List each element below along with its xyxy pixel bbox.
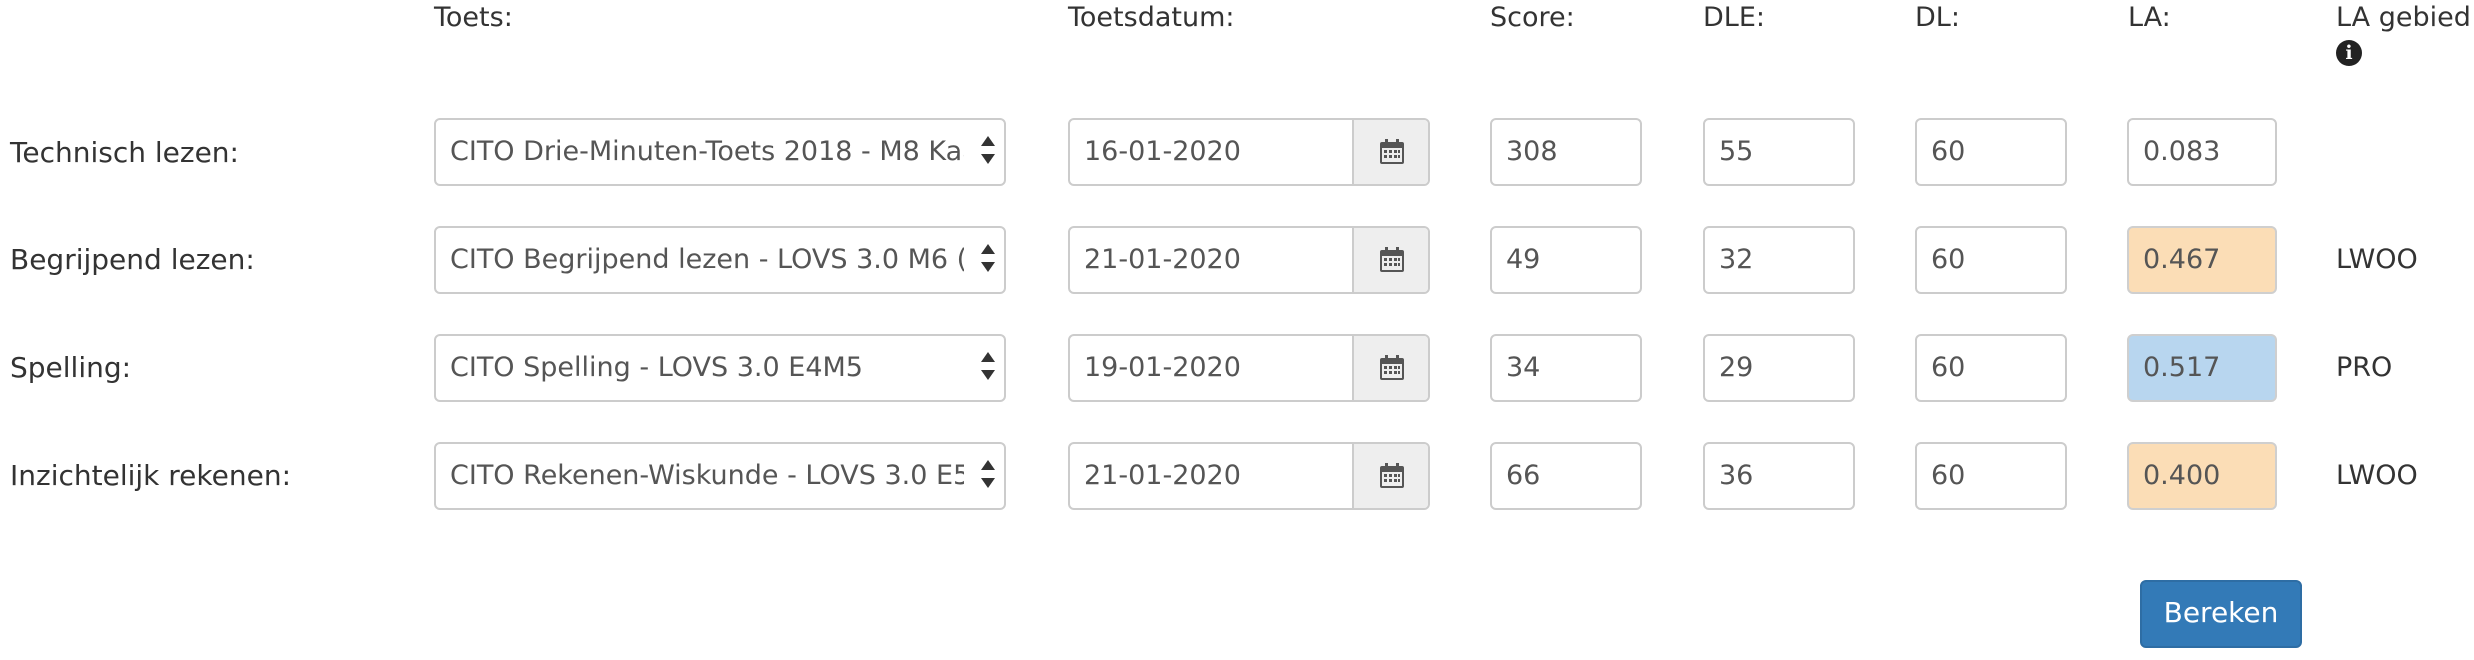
toetsdatum-group: 19-01-2020	[1068, 334, 1430, 402]
calendar-button[interactable]	[1352, 444, 1428, 508]
toets-select-value: CITO Begrijpend lezen - LOVS 3.0 M6 (o.v	[450, 244, 964, 275]
la-gebied-value: LWOO	[2336, 244, 2418, 275]
select-arrows-icon	[980, 350, 996, 386]
header-la-gebied: LA gebied: i	[2336, 0, 2474, 66]
calendar-button[interactable]	[1352, 228, 1428, 292]
la-value: 0.517	[2127, 334, 2277, 402]
dle-input[interactable]: 32	[1703, 226, 1855, 294]
dl-input[interactable]: 60	[1915, 226, 2067, 294]
header-la: LA:	[2128, 2, 2171, 33]
calendar-icon	[1380, 355, 1404, 380]
la-gebied-value: LWOO	[2336, 460, 2418, 491]
dl-input[interactable]: 60	[1915, 118, 2067, 186]
row-label: Spelling:	[10, 351, 132, 384]
la-gebied-value: PRO	[2336, 352, 2393, 383]
dl-input[interactable]: 60	[1915, 442, 2067, 510]
score-input[interactable]: 66	[1490, 442, 1642, 510]
toets-select[interactable]: CITO Drie-Minuten-Toets 2018 - M8 Kaar	[434, 118, 1006, 186]
select-arrows-icon	[980, 242, 996, 278]
header-dle: DLE:	[1703, 2, 1765, 33]
toets-select[interactable]: CITO Spelling - LOVS 3.0 E4M5	[434, 334, 1006, 402]
dle-input[interactable]: 55	[1703, 118, 1855, 186]
toetsdatum-input[interactable]: 19-01-2020	[1070, 336, 1354, 400]
header-la-gebied-label: LA gebied:	[2336, 2, 2474, 33]
select-arrows-icon	[980, 458, 996, 494]
calendar-icon	[1380, 139, 1404, 164]
toetsdatum-input[interactable]: 21-01-2020	[1070, 228, 1354, 292]
toetsdatum-input[interactable]: 21-01-2020	[1070, 444, 1354, 508]
toets-select-value: CITO Spelling - LOVS 3.0 E4M5	[450, 352, 863, 383]
toetsdatum-group: 21-01-2020	[1068, 226, 1430, 294]
header-toets: Toets:	[434, 2, 513, 33]
toets-select[interactable]: CITO Rekenen-Wiskunde - LOVS 3.0 E5	[434, 442, 1006, 510]
la-value: 0.467	[2127, 226, 2277, 294]
la-value: 0.083	[2127, 118, 2277, 186]
dle-input[interactable]: 36	[1703, 442, 1855, 510]
dl-input[interactable]: 60	[1915, 334, 2067, 402]
calendar-button[interactable]	[1352, 120, 1428, 184]
toets-select-value: CITO Rekenen-Wiskunde - LOVS 3.0 E5	[450, 460, 964, 491]
toetsdatum-input[interactable]: 16-01-2020	[1070, 120, 1354, 184]
score-input[interactable]: 49	[1490, 226, 1642, 294]
toets-select[interactable]: CITO Begrijpend lezen - LOVS 3.0 M6 (o.v	[434, 226, 1006, 294]
score-input[interactable]: 308	[1490, 118, 1642, 186]
row-label: Begrijpend lezen:	[10, 243, 255, 276]
header-dl: DL:	[1915, 2, 1960, 33]
toetsdatum-group: 21-01-2020	[1068, 442, 1430, 510]
header-toetsdatum: Toetsdatum:	[1068, 2, 1235, 33]
info-icon[interactable]: i	[2336, 40, 2362, 66]
toets-select-value: CITO Drie-Minuten-Toets 2018 - M8 Kaar	[450, 136, 964, 167]
row-label: Technisch lezen:	[10, 136, 239, 169]
la-value: 0.400	[2127, 442, 2277, 510]
bereken-button[interactable]: Bereken	[2140, 580, 2302, 648]
calendar-button[interactable]	[1352, 336, 1428, 400]
toetsdatum-group: 16-01-2020	[1068, 118, 1430, 186]
header-score: Score:	[1490, 2, 1575, 33]
calendar-icon	[1380, 463, 1404, 488]
calendar-icon	[1380, 247, 1404, 272]
dle-input[interactable]: 29	[1703, 334, 1855, 402]
select-arrows-icon	[980, 134, 996, 170]
row-label: Inzichtelijk rekenen:	[10, 459, 291, 492]
score-input[interactable]: 34	[1490, 334, 1642, 402]
